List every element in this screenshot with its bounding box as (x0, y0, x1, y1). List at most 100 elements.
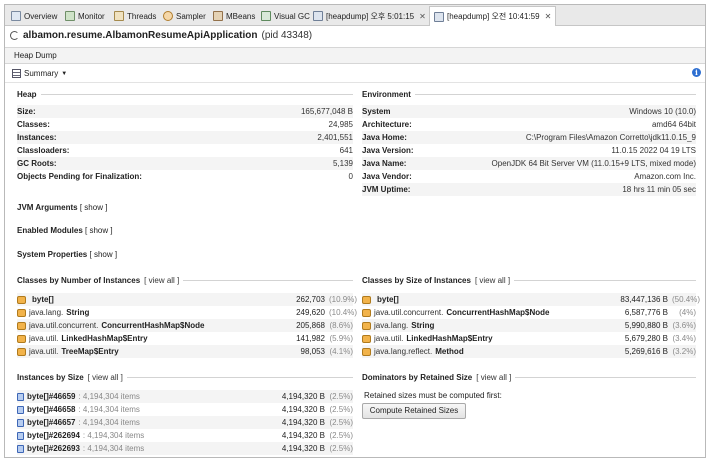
env-row-java-version: Java Version: 11.0.15 2022 04 19 LTS (362, 146, 696, 155)
env-row-jvm-uptime: JVM Uptime: 18 hrs 11 min 05 sec (362, 183, 696, 196)
dominators-view-all-link[interactable]: [ view all ] (476, 373, 511, 382)
compute-retained-sizes-button[interactable]: Compute Retained Sizes (362, 403, 466, 419)
jvm-arguments: JVM Arguments [ show ] (17, 203, 108, 212)
classes-by-instances-title: Classes by Number of Instances [ view al… (17, 276, 353, 285)
env-row-system: System Windows 10 (10.0) (362, 105, 696, 118)
tab-mbeans[interactable]: MBeans (209, 7, 259, 25)
close-icon[interactable]: ✕ (545, 12, 552, 21)
class-icon (17, 347, 26, 356)
heap-row-gc-roots: GC Roots: 5,139 (17, 157, 353, 170)
class-icon (17, 334, 26, 343)
table-row[interactable]: byte[]#262694: 4,194,304 items 4,194,320… (17, 429, 353, 442)
tab-label: MBeans (226, 11, 256, 21)
table-row[interactable]: java.util. LinkedHashMap$Entry 141,982 (5.… (17, 332, 353, 345)
table-row[interactable]: byte[]#262693: 4,194,304 items 4,194,320… (17, 442, 353, 455)
instance-icon (17, 431, 24, 440)
heap-row-classloaders: Classloaders: 641 (17, 146, 353, 155)
tab-heapdump-2[interactable]: [heapdump] 오전 10:41:59 ✕ (429, 6, 557, 26)
summary-view-icon[interactable] (12, 69, 21, 78)
jvm-arguments-show-link[interactable]: [ show ] (80, 203, 108, 212)
tab-label: [heapdump] 오후 5:01:15 (326, 11, 415, 21)
table-row[interactable]: java.lang. String 5,990,880 B (3.6%) (362, 319, 696, 332)
instance-icon (17, 392, 24, 401)
tab-visual-gc[interactable]: Visual GC (257, 7, 314, 25)
table-row[interactable]: byte[]#46657: 4,194,304 items 4,194,320 … (17, 416, 353, 429)
info-icon[interactable]: i (692, 68, 701, 77)
instances-by-size-view-all-link[interactable]: [ view all ] (88, 373, 123, 382)
classes-by-size-section: Classes by Size of Instances [ view all … (362, 276, 696, 285)
table-row[interactable]: byte[]#46659: 4,194,304 items 4,194,320 … (17, 390, 353, 403)
sampler-icon (163, 11, 173, 21)
instances-by-size-title: Instances by Size [ view all ] (17, 373, 353, 382)
env-row-architecture: Architecture: amd64 64bit (362, 120, 696, 129)
tab-threads[interactable]: Threads (110, 7, 160, 25)
tab-overview[interactable]: Overview (7, 7, 61, 25)
app-name: albamon.resume.AlbamonResumeApiApplicati… (23, 30, 258, 41)
app-title: albamon.resume.AlbamonResumeApiApplicati… (10, 30, 312, 41)
chevron-down-icon[interactable]: ▼ (61, 71, 67, 77)
table-row[interactable]: java.util. TreeMap$Entry 98,053 (4.1%) (17, 345, 353, 358)
class-icon (362, 308, 371, 317)
tab-sampler[interactable]: Sampler (159, 7, 210, 25)
app-pid: (pid 43348) (261, 30, 313, 41)
table-row[interactable]: byte[]#46658: 4,194,304 items 4,194,320 … (17, 403, 353, 416)
class-icon (17, 295, 26, 304)
heapdump-icon (434, 11, 444, 22)
threads-icon (114, 11, 124, 21)
enabled-modules-show-link[interactable]: [ show ] (85, 226, 113, 235)
table-row[interactable]: java.lang. String 249,620 (10.4%) (17, 306, 357, 319)
enabled-modules: Enabled Modules [ show ] (17, 226, 113, 235)
env-row-java-vendor: Java Vendor: Amazon.com Inc. (362, 172, 696, 181)
system-properties: System Properties [ show ] (17, 250, 118, 259)
system-properties-show-link[interactable]: [ show ] (90, 250, 118, 259)
table-row[interactable]: java.util. LinkedHashMap$Entry 5,679,280 … (362, 332, 696, 345)
mbeans-icon (213, 11, 223, 21)
table-row[interactable]: java.util.concurrent. ConcurrentHashMap$N… (17, 319, 353, 332)
tab-label: Sampler (176, 11, 206, 21)
summary-dropdown[interactable]: Summary (24, 69, 58, 78)
heapdump-icon (313, 11, 323, 21)
instance-icon (17, 405, 24, 414)
tab-label: Visual GC (274, 11, 310, 21)
tab-label: Threads (127, 11, 157, 21)
classes-by-instances-view-all-link[interactable]: [ view all ] (144, 276, 179, 285)
classes-by-size-view-all-link[interactable]: [ view all ] (475, 276, 510, 285)
heap-dump-window: Overview Monitor Threads Sampler MBeans … (4, 4, 706, 458)
tab-bar: Overview Monitor Threads Sampler MBeans … (5, 5, 705, 26)
env-row-java-name: Java Name: OpenJDK 64 Bit Server VM (11.0… (362, 157, 696, 170)
env-row-java-home: Java Home: C:\Program Files\Amazon Corret… (362, 131, 696, 144)
class-icon (362, 295, 371, 304)
table-row[interactable]: byte[] 262,703 (10.9%) (17, 293, 357, 306)
tab-label: Monitor (78, 11, 105, 21)
heap-dump-label: Heap Dump (14, 51, 57, 60)
table-row[interactable]: java.util.concurrent. ConcurrentHashMap$N… (362, 306, 696, 319)
loading-spinner-icon (10, 31, 19, 40)
heap-dump-toolbar: Heap Dump (5, 47, 705, 64)
table-row[interactable]: byte[] 83,447,136 B (50.4%) (362, 293, 700, 306)
instances-by-size-section: Instances by Size [ view all ] (17, 373, 353, 382)
heap-row-classes: Classes: 24,985 (17, 120, 353, 129)
instance-icon (17, 418, 24, 427)
instance-icon (17, 444, 24, 453)
retained-sizes-message: Retained sizes must be computed first: (364, 391, 502, 400)
tab-label: [heapdump] 오전 10:41:59 (447, 12, 540, 21)
classes-by-instances-section: Classes by Number of Instances [ view al… (17, 276, 353, 285)
tab-monitor[interactable]: Monitor (61, 7, 109, 25)
heap-section-title: Heap (17, 90, 353, 99)
table-row[interactable]: java.lang.reflect. Method 5,269,616 B (3.2… (362, 345, 696, 358)
heap-row-size: Size: 165,677,048 B (17, 105, 353, 118)
overview-icon (11, 11, 21, 21)
class-icon (362, 334, 371, 343)
heap-row-pending-finalization: Objects Pending for Finalization: 0 (17, 172, 353, 181)
heap-row-instances: Instances: 2,401,551 (17, 131, 353, 144)
tab-heapdump-1[interactable]: [heapdump] 오후 5:01:15 ✕ (309, 7, 430, 25)
class-icon (17, 308, 26, 317)
class-icon (17, 321, 26, 330)
class-icon (362, 347, 371, 356)
view-selector-bar: Summary ▼ i (5, 65, 705, 83)
monitor-icon (65, 11, 75, 21)
environment-section: Environment (362, 90, 696, 99)
close-icon[interactable]: ✕ (419, 12, 426, 21)
classes-by-size-title: Classes by Size of Instances [ view all … (362, 276, 696, 285)
dominators-title: Dominators by Retained Size [ view all ] (362, 373, 696, 382)
